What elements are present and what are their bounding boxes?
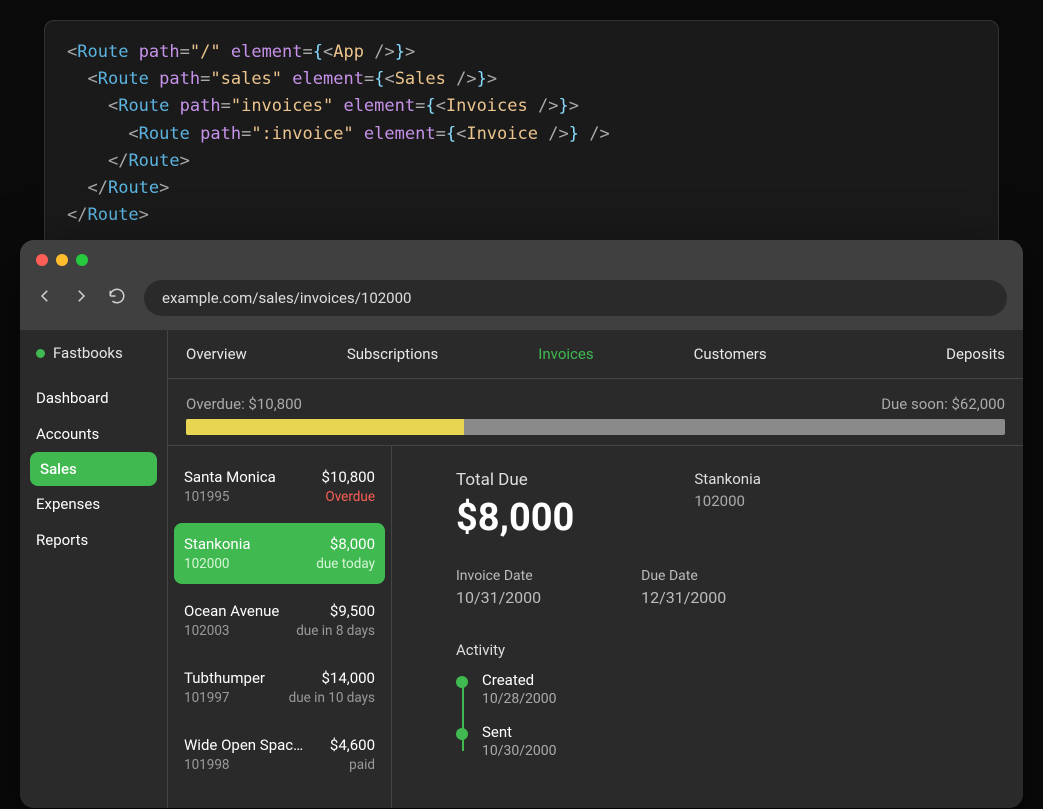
due-soon-label: Due soon: $62,000	[881, 395, 1005, 413]
overdue-label: Overdue: $10,800	[186, 395, 302, 413]
activity-label: Activity	[456, 641, 1023, 659]
invoice-name: Tubthumper	[184, 669, 265, 687]
brand-name: Fastbooks	[53, 344, 123, 362]
progress-overdue-segment	[186, 419, 464, 435]
sidebar-item-expenses[interactable]: Expenses	[20, 486, 167, 522]
sidebar-item-reports[interactable]: Reports	[20, 522, 167, 558]
sidebar-nav: DashboardAccountsSalesExpensesReports	[20, 380, 167, 558]
invoice-status: paid	[349, 757, 375, 773]
invoice-id: 101995	[184, 489, 230, 505]
sidebar: Fastbooks DashboardAccountsSalesExpenses…	[20, 330, 168, 808]
timeline-title: Created	[482, 671, 1023, 689]
timeline-item: Created 10/28/2000	[482, 671, 1023, 707]
sidebar-item-sales[interactable]: Sales	[30, 452, 157, 486]
tab-customers[interactable]: Customers	[694, 330, 767, 378]
invoice-name: Wide Open Spaces	[184, 736, 304, 754]
invoice-amount: $4,600	[330, 736, 375, 754]
maximize-icon[interactable]	[76, 254, 88, 266]
client-name: Stankonia	[694, 470, 761, 488]
tab-subscriptions[interactable]: Subscriptions	[347, 330, 438, 378]
sidebar-item-accounts[interactable]: Accounts	[20, 416, 167, 452]
invoice-id: 101998	[184, 757, 230, 773]
invoice-id: 102003	[184, 623, 230, 639]
invoice-name: Stankonia	[184, 535, 251, 553]
tab-overview[interactable]: Overview	[186, 330, 247, 378]
invoice-date-label: Invoice Date	[456, 568, 541, 584]
browser-navbar: example.com/sales/invoices/102000	[36, 280, 1007, 316]
invoice-row[interactable]: Santa Monica $10,800 101995 Overdue	[174, 456, 385, 517]
invoice-detail: Total Due $8,000 Stankonia 102000 Invoic…	[392, 446, 1023, 808]
tab-deposits[interactable]: Deposits	[946, 330, 1005, 378]
content: Santa Monica $10,800 101995 Overdue Stankoni…	[168, 445, 1023, 808]
activity-timeline: Created 10/28/2000 Sent 10/30/2000	[456, 671, 1023, 759]
invoice-status: Overdue	[325, 489, 375, 505]
client-id: 102000	[694, 492, 761, 510]
invoice-amount: $8,000	[330, 535, 375, 553]
browser-window: example.com/sales/invoices/102000 Fastbo…	[20, 240, 1023, 808]
invoice-id: 101997	[184, 690, 230, 706]
invoice-status: due in 8 days	[296, 623, 375, 639]
tab-invoices[interactable]: Invoices	[538, 330, 593, 378]
invoice-status: due today	[316, 556, 375, 572]
traffic-lights	[36, 254, 1007, 266]
tabs: Overview Subscriptions Invoices Customers De…	[168, 330, 1023, 379]
invoice-amount: $9,500	[330, 602, 375, 620]
due-date-value: 12/31/2000	[641, 588, 726, 607]
timeline-date: 10/30/2000	[482, 743, 1023, 759]
forward-icon[interactable]	[72, 287, 90, 309]
timeline-item: Sent 10/30/2000	[482, 723, 1023, 759]
minimize-icon[interactable]	[56, 254, 68, 266]
brand: Fastbooks	[20, 344, 167, 374]
browser-chrome: example.com/sales/invoices/102000	[20, 240, 1023, 330]
close-icon[interactable]	[36, 254, 48, 266]
back-icon[interactable]	[36, 287, 54, 309]
total-due-label: Total Due	[456, 470, 574, 490]
url-bar[interactable]: example.com/sales/invoices/102000	[144, 280, 1007, 316]
app-root: Fastbooks DashboardAccountsSalesExpenses…	[20, 330, 1023, 808]
due-date-label: Due Date	[641, 568, 726, 584]
invoice-row[interactable]: Tubthumper $14,000 101997 due in 10 days	[174, 657, 385, 718]
invoice-row[interactable]: Stankonia $8,000 102000 due today	[174, 523, 385, 584]
invoice-list: Santa Monica $10,800 101995 Overdue Stankoni…	[168, 446, 392, 808]
code-block: <Route path="/" element={<App />}> <Rout…	[44, 20, 999, 248]
progress-bar	[186, 419, 1005, 435]
summary-row: Overdue: $10,800 Due soon: $62,000	[168, 379, 1023, 419]
invoice-row[interactable]: Ocean Avenue $9,500 102003 due in 8 days	[174, 590, 385, 651]
main-panel: Overview Subscriptions Invoices Customers De…	[168, 330, 1023, 808]
total-due-amount: $8,000	[456, 496, 574, 540]
invoice-status: due in 10 days	[289, 690, 375, 706]
invoice-name: Santa Monica	[184, 468, 276, 486]
invoice-id: 102000	[184, 556, 230, 572]
invoice-row[interactable]: Wide Open Spaces $4,600 101998 paid	[174, 724, 385, 785]
invoice-amount: $14,000	[321, 669, 375, 687]
timeline-title: Sent	[482, 723, 1023, 741]
sidebar-item-dashboard[interactable]: Dashboard	[20, 380, 167, 416]
timeline-date: 10/28/2000	[482, 691, 1023, 707]
invoice-name: Ocean Avenue	[184, 602, 279, 620]
reload-icon[interactable]	[108, 287, 126, 309]
invoice-amount: $10,800	[321, 468, 375, 486]
invoice-date-value: 10/31/2000	[456, 588, 541, 607]
brand-dot-icon	[36, 349, 45, 358]
